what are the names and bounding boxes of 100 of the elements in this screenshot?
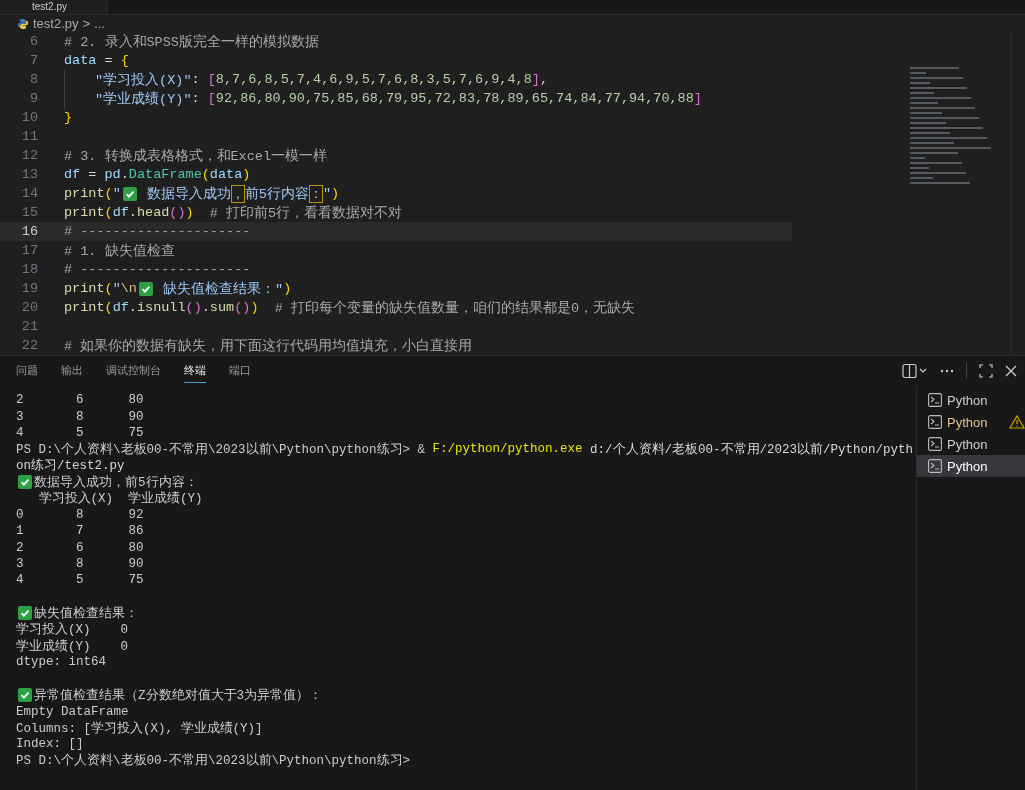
panel-tab[interactable]: 调试控制台: [106, 359, 161, 383]
line-number: 6: [28, 34, 38, 49]
code-string: "学业成绩(Y)": [95, 90, 192, 108]
line-number: 14: [20, 186, 38, 201]
code-comment: # ---------------------: [64, 262, 251, 277]
code-token: data: [209, 167, 243, 182]
terminal-item[interactable]: Python: [917, 433, 1025, 455]
code-token: .: [128, 205, 137, 220]
panel-tab[interactable]: 终端: [184, 359, 206, 383]
breadcrumb-file[interactable]: test2.py: [33, 16, 79, 31]
line-number: 15: [20, 205, 38, 220]
code-token: print: [64, 205, 105, 220]
code-token: ,: [539, 72, 548, 87]
code-token: print: [64, 186, 105, 201]
terminal-text: 2 6 80: [16, 540, 144, 555]
code-token: .: [120, 167, 129, 182]
line-number: 10: [20, 110, 38, 125]
code-string: 前5行内容: [244, 185, 309, 203]
line-number: 9: [28, 91, 38, 106]
code-token: ): [250, 300, 259, 315]
code-token: .: [201, 300, 210, 315]
panel-tab[interactable]: 端口: [229, 359, 251, 383]
terminal-text: Empty DataFrame: [16, 704, 129, 719]
code-token: :: [191, 72, 201, 87]
code-comment: # 如果你的数据有缺失，用下面这行代码用均值填充，小白直接用: [64, 337, 473, 355]
terminal-text: F:/python/python.exe: [432, 442, 583, 457]
terminal-text: 缺失值检查结果：: [34, 605, 138, 622]
terminal-text: 学习投入(X) 学业成绩(Y): [37, 490, 203, 508]
code-comment: # 打印前5行，看看数据对不对: [208, 204, 403, 222]
line-number: 8: [28, 72, 38, 87]
panel-tab[interactable]: 输出: [61, 359, 83, 383]
split-layout-icon[interactable]: [902, 363, 928, 379]
code-token: ): [185, 205, 194, 220]
code-token: print: [64, 300, 105, 315]
check-icon: [18, 475, 32, 490]
terminal-text: 数据导入成功，前5行内容：: [34, 474, 198, 491]
line-number: 16: [20, 224, 38, 239]
code-string: 缺失值检查结果：": [162, 280, 284, 298]
code-token: df: [112, 300, 129, 315]
code-token: head: [136, 205, 170, 220]
code-token: 8,7,6,8,5,7,4,6,9,5,7,6,8,3,5,7,6,9,4,8: [215, 72, 532, 87]
terminal-text: PS D:\个人资料\老板00-不常用\2023以前\Python\python练习> &: [16, 441, 427, 458]
code-string: ": [112, 186, 121, 201]
line-number: 18: [20, 262, 38, 277]
terminal-icon: [928, 415, 942, 429]
code-token: ]: [693, 91, 702, 106]
code-comment: # 1. 缺失值检查: [64, 242, 175, 260]
code-token: (: [104, 205, 113, 220]
close-icon[interactable]: [1005, 365, 1017, 377]
panel-tab[interactable]: 问题: [16, 359, 38, 383]
terminal-text: 异常值检查结果（Z分数绝对值大于3为异常值）：: [34, 687, 322, 704]
breadcrumb-separator: >: [82, 16, 91, 31]
terminal-text: dtype: int64: [16, 655, 106, 670]
code-token: (: [104, 300, 113, 315]
code-token: df: [112, 205, 129, 220]
code-token: (): [234, 300, 251, 315]
code-token: ): [331, 186, 340, 201]
code-string: ": [112, 281, 121, 296]
terminal-icon: [928, 393, 942, 407]
terminal-text: on练习/test2.py: [16, 457, 125, 475]
python-file-icon: [17, 17, 29, 30]
warning-icon: [1009, 415, 1025, 429]
terminal-item[interactable]: Python: [917, 455, 1025, 477]
editor-tab[interactable]: test2.py: [0, 0, 109, 14]
more-icon[interactable]: [940, 369, 954, 373]
code-comment: # ---------------------: [64, 224, 251, 239]
breadcrumb-more[interactable]: ...: [94, 16, 105, 31]
code-token: pd: [104, 167, 121, 182]
code-token: data: [64, 53, 97, 68]
code-token: print: [64, 281, 105, 296]
code-token: ): [283, 281, 292, 296]
line-number: 20: [20, 300, 38, 315]
terminal-item[interactable]: Python: [917, 411, 1025, 433]
terminal-text: 0 8 92: [16, 507, 144, 522]
maximize-icon[interactable]: [979, 364, 993, 378]
flagged-char: ：: [308, 184, 323, 203]
line-number: 19: [20, 281, 38, 296]
terminal-text: Columns: [学习投入(X), 学业成绩(Y)]: [16, 720, 263, 737]
line-number: 13: [20, 167, 38, 182]
check-icon: [18, 688, 32, 703]
terminal-item[interactable]: Python: [917, 389, 1025, 411]
code-token: .: [128, 300, 137, 315]
code-string: 数据导入成功: [145, 185, 231, 203]
line-number: 7: [28, 53, 38, 68]
code-token: =: [87, 167, 98, 182]
code-comment: # 2. 录入和SPSS版完全一样的模拟数据: [64, 33, 319, 51]
code-token: \n: [120, 281, 137, 296]
check-icon: [122, 186, 137, 201]
terminal-text: 2 6 80: [16, 393, 144, 408]
line-number: 17: [20, 243, 38, 258]
terminal-icon: [928, 459, 942, 473]
code-token: (: [104, 281, 113, 296]
line-number: 11: [20, 129, 38, 144]
check-icon: [18, 606, 32, 621]
code-token: ]: [531, 72, 540, 87]
code-token: [: [207, 72, 216, 87]
code-token: 92,86,80,90,75,85,68,79,95,72,83,78,89,65,74,84,77,94,70,88: [215, 91, 694, 106]
code-token: (: [201, 167, 210, 182]
terminal-text: PS D:\个人资料\老板00-不常用\2023以前\Python\python练习>: [16, 752, 411, 770]
line-number: 12: [20, 148, 38, 163]
